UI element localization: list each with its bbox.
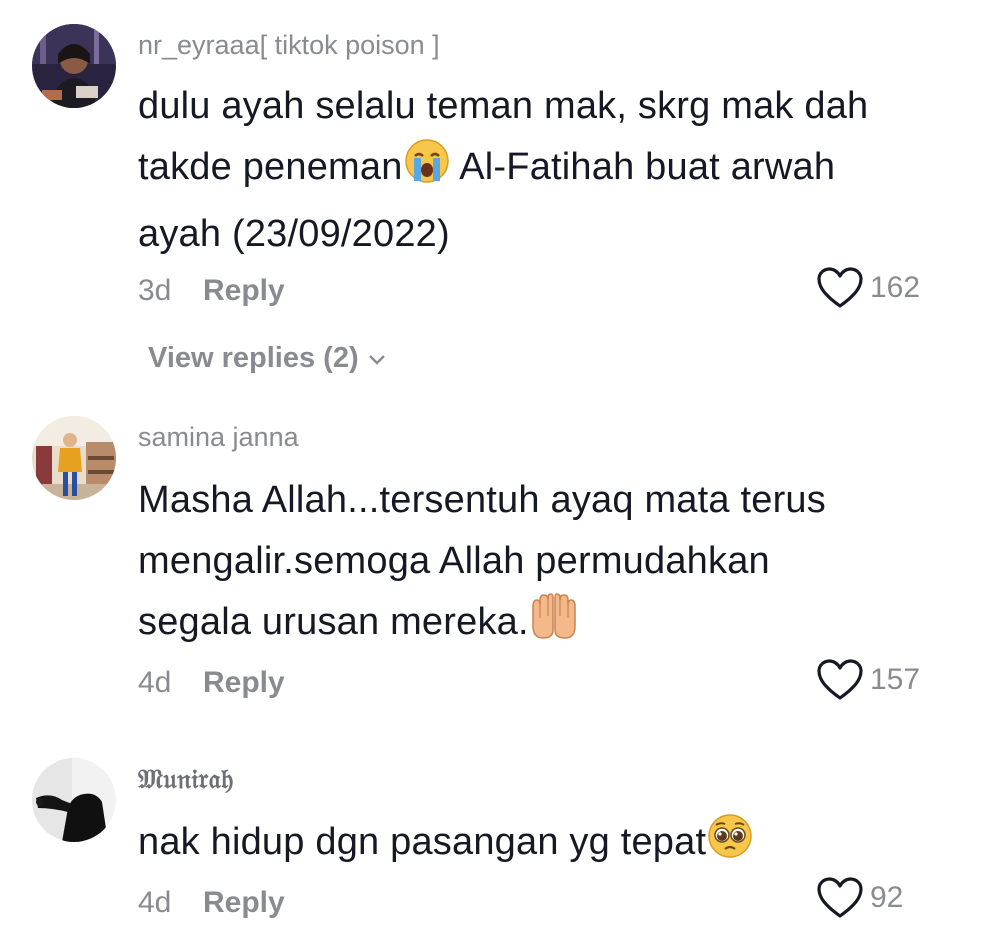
like-button[interactable]: 162 (816, 266, 920, 310)
avatar[interactable] (32, 416, 116, 500)
like-button[interactable]: 92 (816, 876, 903, 920)
reply-button[interactable]: Reply (203, 666, 285, 700)
heart-icon[interactable] (816, 876, 864, 920)
comment-text: dulu ayah selalu teman mak, skrg mak dah… (138, 76, 948, 265)
comment-username[interactable]: nr_eyraaa[ tiktok poison ] (138, 30, 440, 61)
avatar[interactable] (32, 24, 116, 108)
comment-username[interactable]: samina janna (138, 422, 299, 453)
comment-text-line: ayah (23/09/2022) (138, 213, 450, 255)
comment-text-segment: nak hidup dgn pasangan yg tepat (138, 821, 707, 863)
view-replies-label: View replies (2) (148, 342, 359, 374)
comment-text-line: takde peneman Al-Fatihah buat arwah (138, 137, 948, 204)
comment-username[interactable]: 𝔐𝔲𝔫𝔦𝔯𝔞𝔥 (138, 764, 234, 796)
chevron-down-icon (368, 354, 385, 365)
comment-time: 3d (138, 274, 172, 307)
comment-text-line: mengalir.semoga Allah permudahkan (138, 540, 770, 582)
reply-button[interactable]: Reply (203, 274, 285, 308)
like-count: 92 (870, 881, 904, 914)
comment-text-segment: Al-Fatihah buat arwah (450, 146, 836, 188)
like-count: 157 (870, 663, 921, 696)
palms-up-emoji-icon (529, 592, 579, 659)
comment-text-segment: takde peneman (138, 146, 403, 188)
comment-time: 4d (138, 886, 172, 919)
comment-text: Masha Allah...tersentuh ayaq mata terus … (138, 470, 948, 659)
comment-text: nak hidup dgn pasangan yg tepat (138, 812, 948, 879)
view-replies-button[interactable]: View replies (2) (148, 342, 387, 375)
comment-text-line: segala urusan mereka. (138, 592, 948, 659)
comment-time: 4d (138, 666, 172, 699)
comment-text-segment: segala urusan mereka. (138, 601, 529, 643)
heart-icon[interactable] (816, 266, 864, 310)
crying-face-emoji-icon (403, 137, 451, 204)
avatar[interactable] (32, 758, 116, 842)
like-count: 162 (870, 271, 921, 304)
like-button[interactable]: 157 (816, 658, 920, 702)
comment-text-line: Masha Allah...tersentuh ayaq mata terus (138, 479, 826, 521)
comment-text-line: dulu ayah selalu teman mak, skrg mak dah (138, 85, 869, 127)
reply-button[interactable]: Reply (203, 886, 285, 920)
comment-text-line: nak hidup dgn pasangan yg tepat (138, 812, 948, 879)
heart-icon[interactable] (816, 658, 864, 702)
pleading-face-emoji-icon (706, 812, 754, 879)
